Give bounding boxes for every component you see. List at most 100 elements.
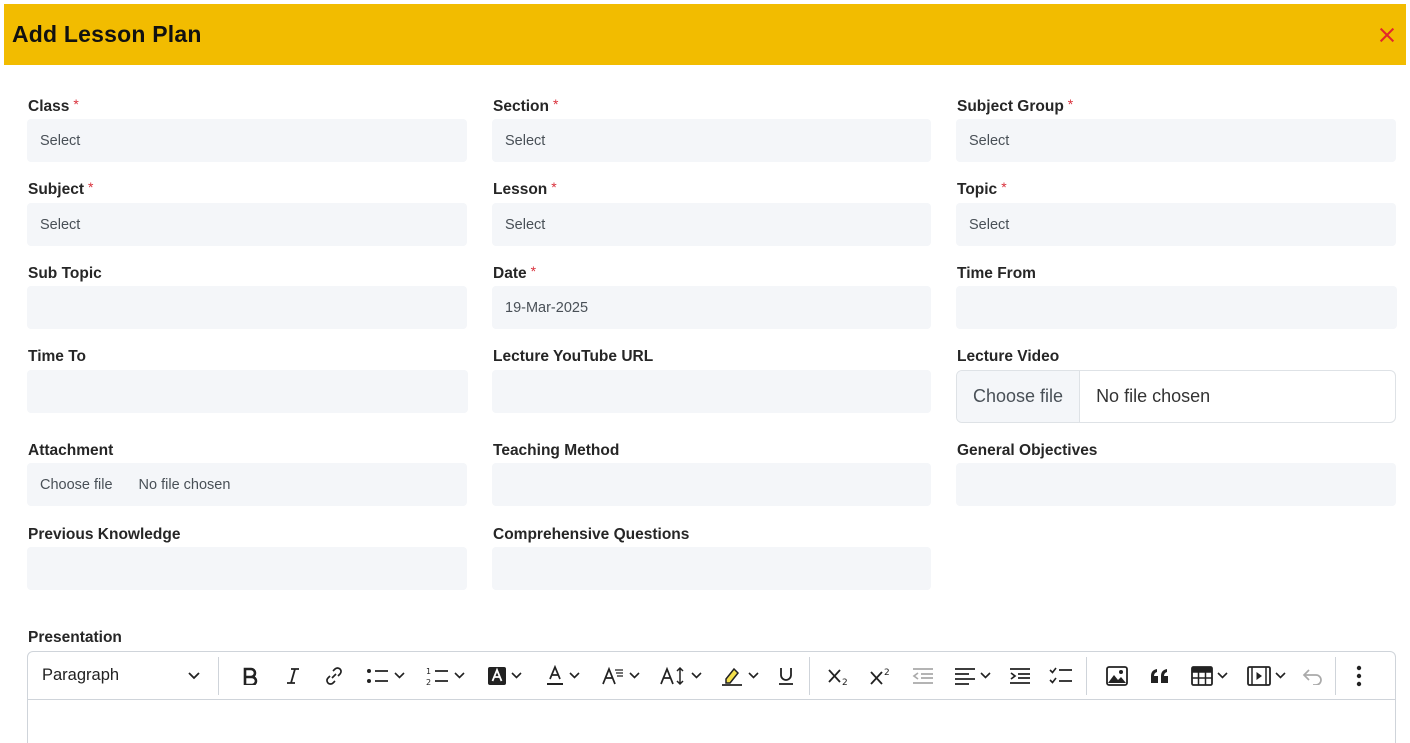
- editor-content-area[interactable]: [28, 700, 1395, 743]
- media-icon: [1246, 665, 1271, 686]
- topic-select[interactable]: Select: [956, 203, 1396, 246]
- class-select[interactable]: Select: [27, 119, 467, 162]
- italic-button[interactable]: [273, 658, 313, 694]
- previous-knowledge-input[interactable]: [27, 547, 467, 590]
- image-icon: [1106, 665, 1128, 686]
- more-options-button[interactable]: [1344, 658, 1374, 694]
- font-color-button[interactable]: [533, 658, 591, 694]
- required-mark: *: [552, 96, 559, 112]
- underline-button[interactable]: [767, 658, 805, 694]
- attachment-file-input[interactable]: Choose file No file chosen: [27, 463, 467, 506]
- font-size-button[interactable]: [649, 658, 711, 694]
- svg-text:2: 2: [842, 678, 848, 686]
- choose-file-button[interactable]: Choose file: [40, 477, 113, 493]
- superscript-icon: 2: [870, 668, 890, 685]
- lesson-select[interactable]: Select: [492, 203, 931, 246]
- outdent-button[interactable]: [902, 658, 944, 694]
- chevron-down-icon: [747, 672, 759, 679]
- attachment-label: Attachment: [28, 442, 114, 459]
- file-status: No file chosen: [1096, 386, 1211, 406]
- general-objectives-label: General Objectives: [957, 442, 1098, 459]
- subject-group-select[interactable]: Select: [956, 119, 1396, 162]
- required-mark: *: [87, 179, 94, 195]
- subject-label: Subject: [28, 181, 84, 198]
- font-size-icon: [659, 666, 684, 685]
- modal-title: Add Lesson Plan: [12, 21, 202, 47]
- close-icon[interactable]: [1376, 24, 1398, 46]
- block-quote-button[interactable]: [1139, 658, 1181, 694]
- italic-icon: [287, 667, 299, 684]
- chevron-down-icon: [510, 672, 522, 679]
- time-to-input[interactable]: [27, 370, 468, 413]
- sub-topic-input[interactable]: [27, 286, 467, 329]
- toolbar-divider: [1335, 656, 1336, 695]
- superscript-button[interactable]: 2: [860, 658, 902, 694]
- toolbar-divider: [809, 656, 810, 695]
- undo-icon: [1302, 668, 1322, 685]
- highlight-button[interactable]: [711, 658, 767, 694]
- presentation-label: Presentation: [28, 629, 122, 646]
- required-mark: *: [530, 263, 537, 279]
- alignment-button[interactable]: [944, 658, 1000, 694]
- file-status: No file chosen: [138, 476, 231, 493]
- font-family-icon: [601, 666, 623, 684]
- time-to-label: Time To: [28, 348, 86, 365]
- link-button[interactable]: [313, 658, 355, 694]
- topic-label: Topic: [957, 181, 998, 198]
- youtube-url-input[interactable]: [492, 370, 931, 413]
- numbered-list-icon: 12: [426, 667, 448, 686]
- todo-list-button[interactable]: [1040, 658, 1082, 694]
- svg-text:2: 2: [426, 678, 431, 686]
- lecture-video-label: Lecture Video: [957, 348, 1060, 365]
- bulleted-list-button[interactable]: [355, 658, 415, 694]
- table-icon: [1190, 665, 1213, 686]
- background-color-button[interactable]: [475, 658, 533, 694]
- lecture-video-file-input[interactable]: Choose file No file chosen: [956, 370, 1396, 423]
- general-objectives-input[interactable]: [956, 463, 1396, 506]
- indent-button[interactable]: [1000, 658, 1040, 694]
- modal-header: Add Lesson Plan: [4, 4, 1406, 65]
- insert-media-button[interactable]: [1237, 658, 1295, 694]
- presentation-editor: Paragraph 12 2 2: [27, 651, 1396, 743]
- subject-select[interactable]: Select: [27, 203, 467, 246]
- lesson-label: Lesson: [493, 181, 548, 198]
- subject-group-label: Subject Group: [957, 98, 1064, 115]
- insert-table-button[interactable]: [1181, 658, 1237, 694]
- class-label: Class: [28, 98, 70, 115]
- teaching-method-label: Teaching Method: [493, 442, 620, 459]
- underline-icon: [779, 667, 793, 685]
- section-label: Section: [493, 98, 549, 115]
- chevron-down-icon: [1274, 672, 1286, 679]
- comprehensive-questions-input[interactable]: [492, 547, 931, 590]
- date-input[interactable]: 19-Mar-2025: [492, 286, 931, 329]
- bulleted-list-icon: [366, 668, 388, 683]
- quote-icon: [1151, 668, 1168, 683]
- block-format-value: Paragraph: [42, 666, 120, 684]
- font-family-button[interactable]: [591, 658, 649, 694]
- chevron-down-icon: [628, 672, 640, 679]
- time-from-label: Time From: [957, 265, 1036, 282]
- insert-image-button[interactable]: [1095, 658, 1139, 694]
- chevron-down-icon: [1216, 672, 1228, 679]
- subscript-button[interactable]: 2: [818, 658, 860, 694]
- time-from-input[interactable]: [956, 286, 1397, 329]
- chevron-down-icon: [568, 672, 580, 679]
- section-select[interactable]: Select: [492, 119, 931, 162]
- checklist-icon: [1049, 667, 1072, 684]
- youtube-url-label: Lecture YouTube URL: [493, 348, 654, 365]
- align-left-icon: [954, 667, 975, 685]
- block-format-select[interactable]: Paragraph: [42, 658, 214, 694]
- chevron-down-icon: [453, 672, 465, 679]
- teaching-method-input[interactable]: [492, 463, 931, 506]
- bold-icon: [243, 667, 258, 685]
- undo-button[interactable]: [1295, 658, 1331, 694]
- svg-text:1: 1: [426, 667, 431, 676]
- bold-button[interactable]: [227, 658, 273, 694]
- numbered-list-button[interactable]: 12: [415, 658, 475, 694]
- toolbar-divider: [218, 656, 219, 695]
- choose-file-button[interactable]: Choose file: [957, 371, 1081, 422]
- required-mark: *: [551, 179, 557, 195]
- link-icon: [326, 666, 342, 685]
- chevron-down-icon: [393, 672, 405, 679]
- indent-icon: [1010, 667, 1030, 684]
